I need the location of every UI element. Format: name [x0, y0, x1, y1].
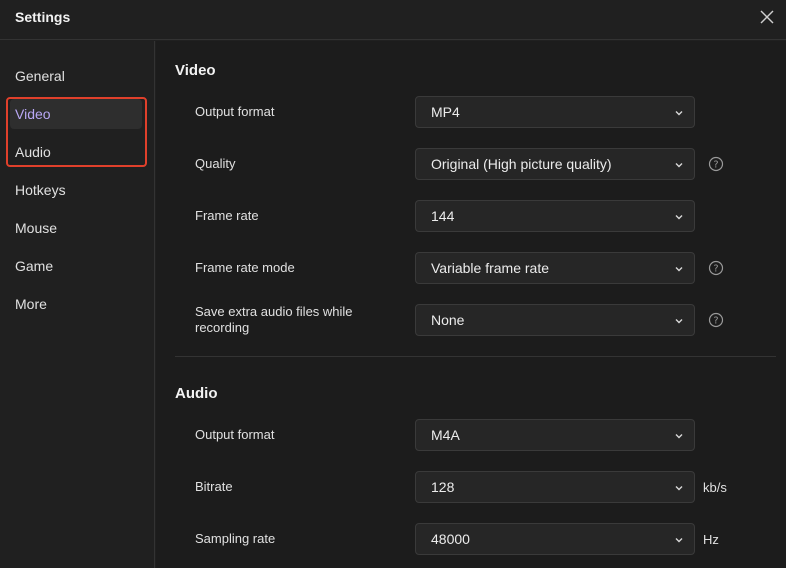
- select-value: MP4: [431, 104, 460, 120]
- sampling-rate-select[interactable]: 48000: [415, 523, 695, 555]
- select-value: 48000: [431, 531, 470, 547]
- svg-text:?: ?: [713, 264, 718, 275]
- sidebar-item-more[interactable]: More: [10, 289, 142, 319]
- extra-audio-label: Save extra audio files while recording: [195, 304, 353, 335]
- bitrate-label: Bitrate: [195, 479, 233, 494]
- extra-audio-select[interactable]: None: [415, 304, 695, 336]
- frame-rate-mode-label: Frame rate mode: [195, 260, 295, 275]
- chevron-down-icon: [675, 434, 683, 439]
- select-value: Variable frame rate: [431, 260, 550, 276]
- sidebar: General Video Audio Hotkeys Mouse Game M…: [0, 41, 155, 568]
- close-button[interactable]: [756, 6, 778, 28]
- window-title: Settings: [15, 9, 71, 25]
- audio-output-format-select[interactable]: M4A: [415, 419, 695, 451]
- chevron-down-icon: [675, 163, 683, 168]
- frame-rate-label: Frame rate: [195, 208, 259, 223]
- select-value: 128: [431, 479, 455, 495]
- sidebar-item-game[interactable]: Game: [10, 251, 142, 281]
- audio-section-title: Audio: [175, 385, 218, 402]
- audio-output-format-label: Output format: [195, 427, 275, 442]
- sidebar-item-audio[interactable]: Audio: [10, 137, 142, 167]
- chevron-down-icon: [675, 538, 683, 543]
- sidebar-item-video[interactable]: Video: [10, 99, 142, 129]
- bitrate-select[interactable]: 128: [415, 471, 695, 503]
- chevron-down-icon: [675, 267, 683, 272]
- help-icon[interactable]: ?: [708, 156, 724, 172]
- svg-text:?: ?: [713, 160, 718, 171]
- svg-text:?: ?: [713, 316, 718, 327]
- chevron-down-icon: [675, 215, 683, 220]
- close-icon: [760, 10, 774, 24]
- chevron-down-icon: [675, 319, 683, 324]
- chevron-down-icon: [675, 111, 683, 116]
- title-bar: Settings: [0, 0, 786, 40]
- select-value: M4A: [431, 427, 460, 443]
- sidebar-item-mouse[interactable]: Mouse: [10, 213, 142, 243]
- help-icon[interactable]: ?: [708, 312, 724, 328]
- select-value: Original (High picture quality): [431, 156, 612, 172]
- video-output-format-label: Output format: [195, 104, 275, 119]
- frame-rate-select[interactable]: 144: [415, 200, 695, 232]
- sampling-rate-unit: Hz: [703, 532, 719, 547]
- sidebar-item-general[interactable]: General: [10, 61, 142, 91]
- sidebar-item-hotkeys[interactable]: Hotkeys: [10, 175, 142, 205]
- video-output-format-select[interactable]: MP4: [415, 96, 695, 128]
- bitrate-unit: kb/s: [703, 480, 727, 495]
- quality-label: Quality: [195, 156, 236, 171]
- frame-rate-mode-select[interactable]: Variable frame rate: [415, 252, 695, 284]
- settings-content: Video Output format MP4 Quality Original…: [156, 41, 786, 568]
- select-value: None: [431, 312, 465, 328]
- section-divider: [175, 356, 776, 357]
- sampling-rate-label: Sampling rate: [195, 531, 276, 546]
- quality-select[interactable]: Original (High picture quality): [415, 148, 695, 180]
- help-icon[interactable]: ?: [708, 260, 724, 276]
- select-value: 144: [431, 208, 455, 224]
- video-section-title: Video: [175, 62, 216, 79]
- chevron-down-icon: [675, 486, 683, 491]
